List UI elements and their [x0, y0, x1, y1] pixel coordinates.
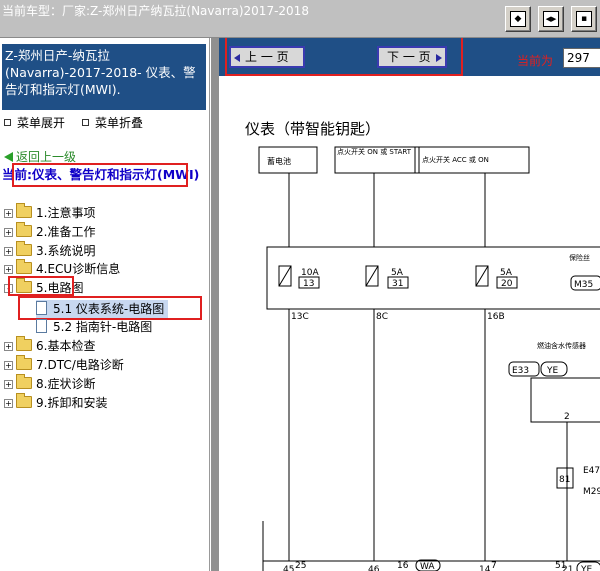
back-arrow-icon: [4, 152, 13, 162]
title-bar: 当前车型：厂家:Z-郑州日产纳瓦拉(Navarra)2017-2018 ◆ ◀▶…: [0, 0, 600, 38]
tree-item-2[interactable]: +2.准备工作: [4, 222, 95, 241]
collapse-square-icon: [82, 119, 89, 126]
bottom-pin-4: 21: [562, 565, 573, 571]
fuse-block-connector: M35: [574, 280, 593, 290]
double-arrow-icon: ◀▶: [545, 15, 557, 23]
circuit-diagram[interactable]: 仪表（带智能钥匙） 蓄电池 点火开关 ON 或 START 点火开关 ACC 或…: [219, 76, 600, 571]
ign-on-box: 点火开关 ON 或 START: [337, 148, 412, 156]
plus-icon: +: [4, 228, 13, 237]
expand-icon: ▪: [580, 14, 588, 24]
folder-icon: [16, 203, 32, 218]
tree-item-9[interactable]: +9.拆卸和安装: [4, 393, 107, 412]
fuse-block-label: 保险丝: [569, 253, 590, 262]
current-page-label: 当前为: [517, 54, 554, 68]
folder-icon: [16, 393, 32, 408]
panel-splitter[interactable]: [211, 38, 219, 571]
fuse-2-pin: 8C: [376, 312, 388, 322]
content-panel: 上 一 页 下 一 页 当前为 仪表（带智能钥匙） 蓄电池 点火开关 ON 或 …: [219, 38, 600, 571]
folder-icon: [16, 222, 32, 237]
side-connector-2: M29: [583, 487, 600, 497]
plus-icon: +: [4, 209, 13, 218]
plus-icon: +: [4, 265, 13, 274]
tree-item-1[interactable]: +1.注意事项: [4, 203, 95, 222]
plus-icon: +: [4, 380, 13, 389]
module-pin: 2: [564, 412, 570, 422]
fuse-1-num: 13: [303, 279, 314, 289]
expand-square-icon: [4, 119, 11, 126]
highlight-current: [12, 163, 188, 187]
sidebar: Z-郑州日产-纳瓦拉(Navarra)-2017-2018- 仪表、警告灯和指示…: [0, 38, 210, 571]
plus-icon: +: [4, 399, 13, 408]
folder-icon: [16, 355, 32, 370]
bottom-pin-3: 14: [479, 565, 491, 571]
fuse-3-num: 20: [501, 279, 513, 289]
folder-icon: [16, 336, 32, 351]
module-connector: E33: [512, 366, 529, 376]
side-connector-1: E47: [583, 466, 600, 476]
expand-button[interactable]: ▪: [571, 6, 597, 32]
next-arrow-icon: [435, 54, 442, 62]
joint-num: 81: [559, 475, 570, 485]
fit-page-icon: ◆: [514, 14, 522, 24]
tree-item-3[interactable]: +3.系统说明: [4, 241, 95, 260]
fuse-1-pin: 13C: [291, 312, 309, 322]
diagram-title: 仪表（带智能钥匙）: [245, 120, 380, 138]
bottom-pin-1: 45: [283, 565, 294, 571]
bottom-pin-2: 46: [368, 565, 380, 571]
vehicle-title: 当前车型：厂家:Z-郑州日产纳瓦拉(Navarra)2017-2018: [2, 4, 309, 18]
folder-icon: [16, 259, 32, 274]
module-color: YE: [546, 366, 558, 376]
highlight-circuit: [8, 276, 74, 296]
tree-item-6[interactable]: +6.基本检查: [4, 336, 95, 355]
plus-icon: +: [4, 247, 13, 256]
highlight-selected: [18, 296, 202, 320]
fuse-2-num: 31: [392, 279, 403, 289]
document-icon: [36, 319, 47, 333]
page-number-input[interactable]: [563, 48, 600, 68]
acc-on-box: 点火开关 ACC 或 ON: [422, 155, 489, 164]
plus-icon: +: [4, 342, 13, 351]
next-page-button[interactable]: 下 一 页: [377, 46, 447, 68]
tree-item-8[interactable]: +8.症状诊断: [4, 374, 95, 393]
fuse-3-pin: 16B: [487, 312, 505, 322]
menu-collapse-button[interactable]: 菜单折叠: [82, 114, 143, 131]
module-label: 燃油含水传感器: [537, 341, 586, 350]
fit-page-button[interactable]: ◆: [505, 6, 531, 32]
prev-page-button[interactable]: 上 一 页: [229, 46, 305, 68]
sidebar-header: Z-郑州日产-纳瓦拉(Navarra)-2017-2018- 仪表、警告灯和指示…: [2, 44, 206, 110]
prev-arrow-icon: [234, 54, 240, 62]
battery-box: 蓄电池: [267, 156, 291, 166]
tree-item-5-2[interactable]: 5.2 指南针-电路图: [36, 318, 152, 336]
bottom-pin-color: YE: [580, 565, 592, 571]
folder-icon: [16, 241, 32, 256]
fit-width-button[interactable]: ◀▶: [538, 6, 564, 32]
plus-icon: +: [4, 361, 13, 370]
folder-icon: [16, 374, 32, 389]
page-nav-bar: 上 一 页 下 一 页 当前为: [219, 38, 600, 76]
tree-item-7[interactable]: +7.DTC/电路诊断: [4, 355, 124, 374]
menu-expand-button[interactable]: 菜单展开: [4, 114, 65, 131]
